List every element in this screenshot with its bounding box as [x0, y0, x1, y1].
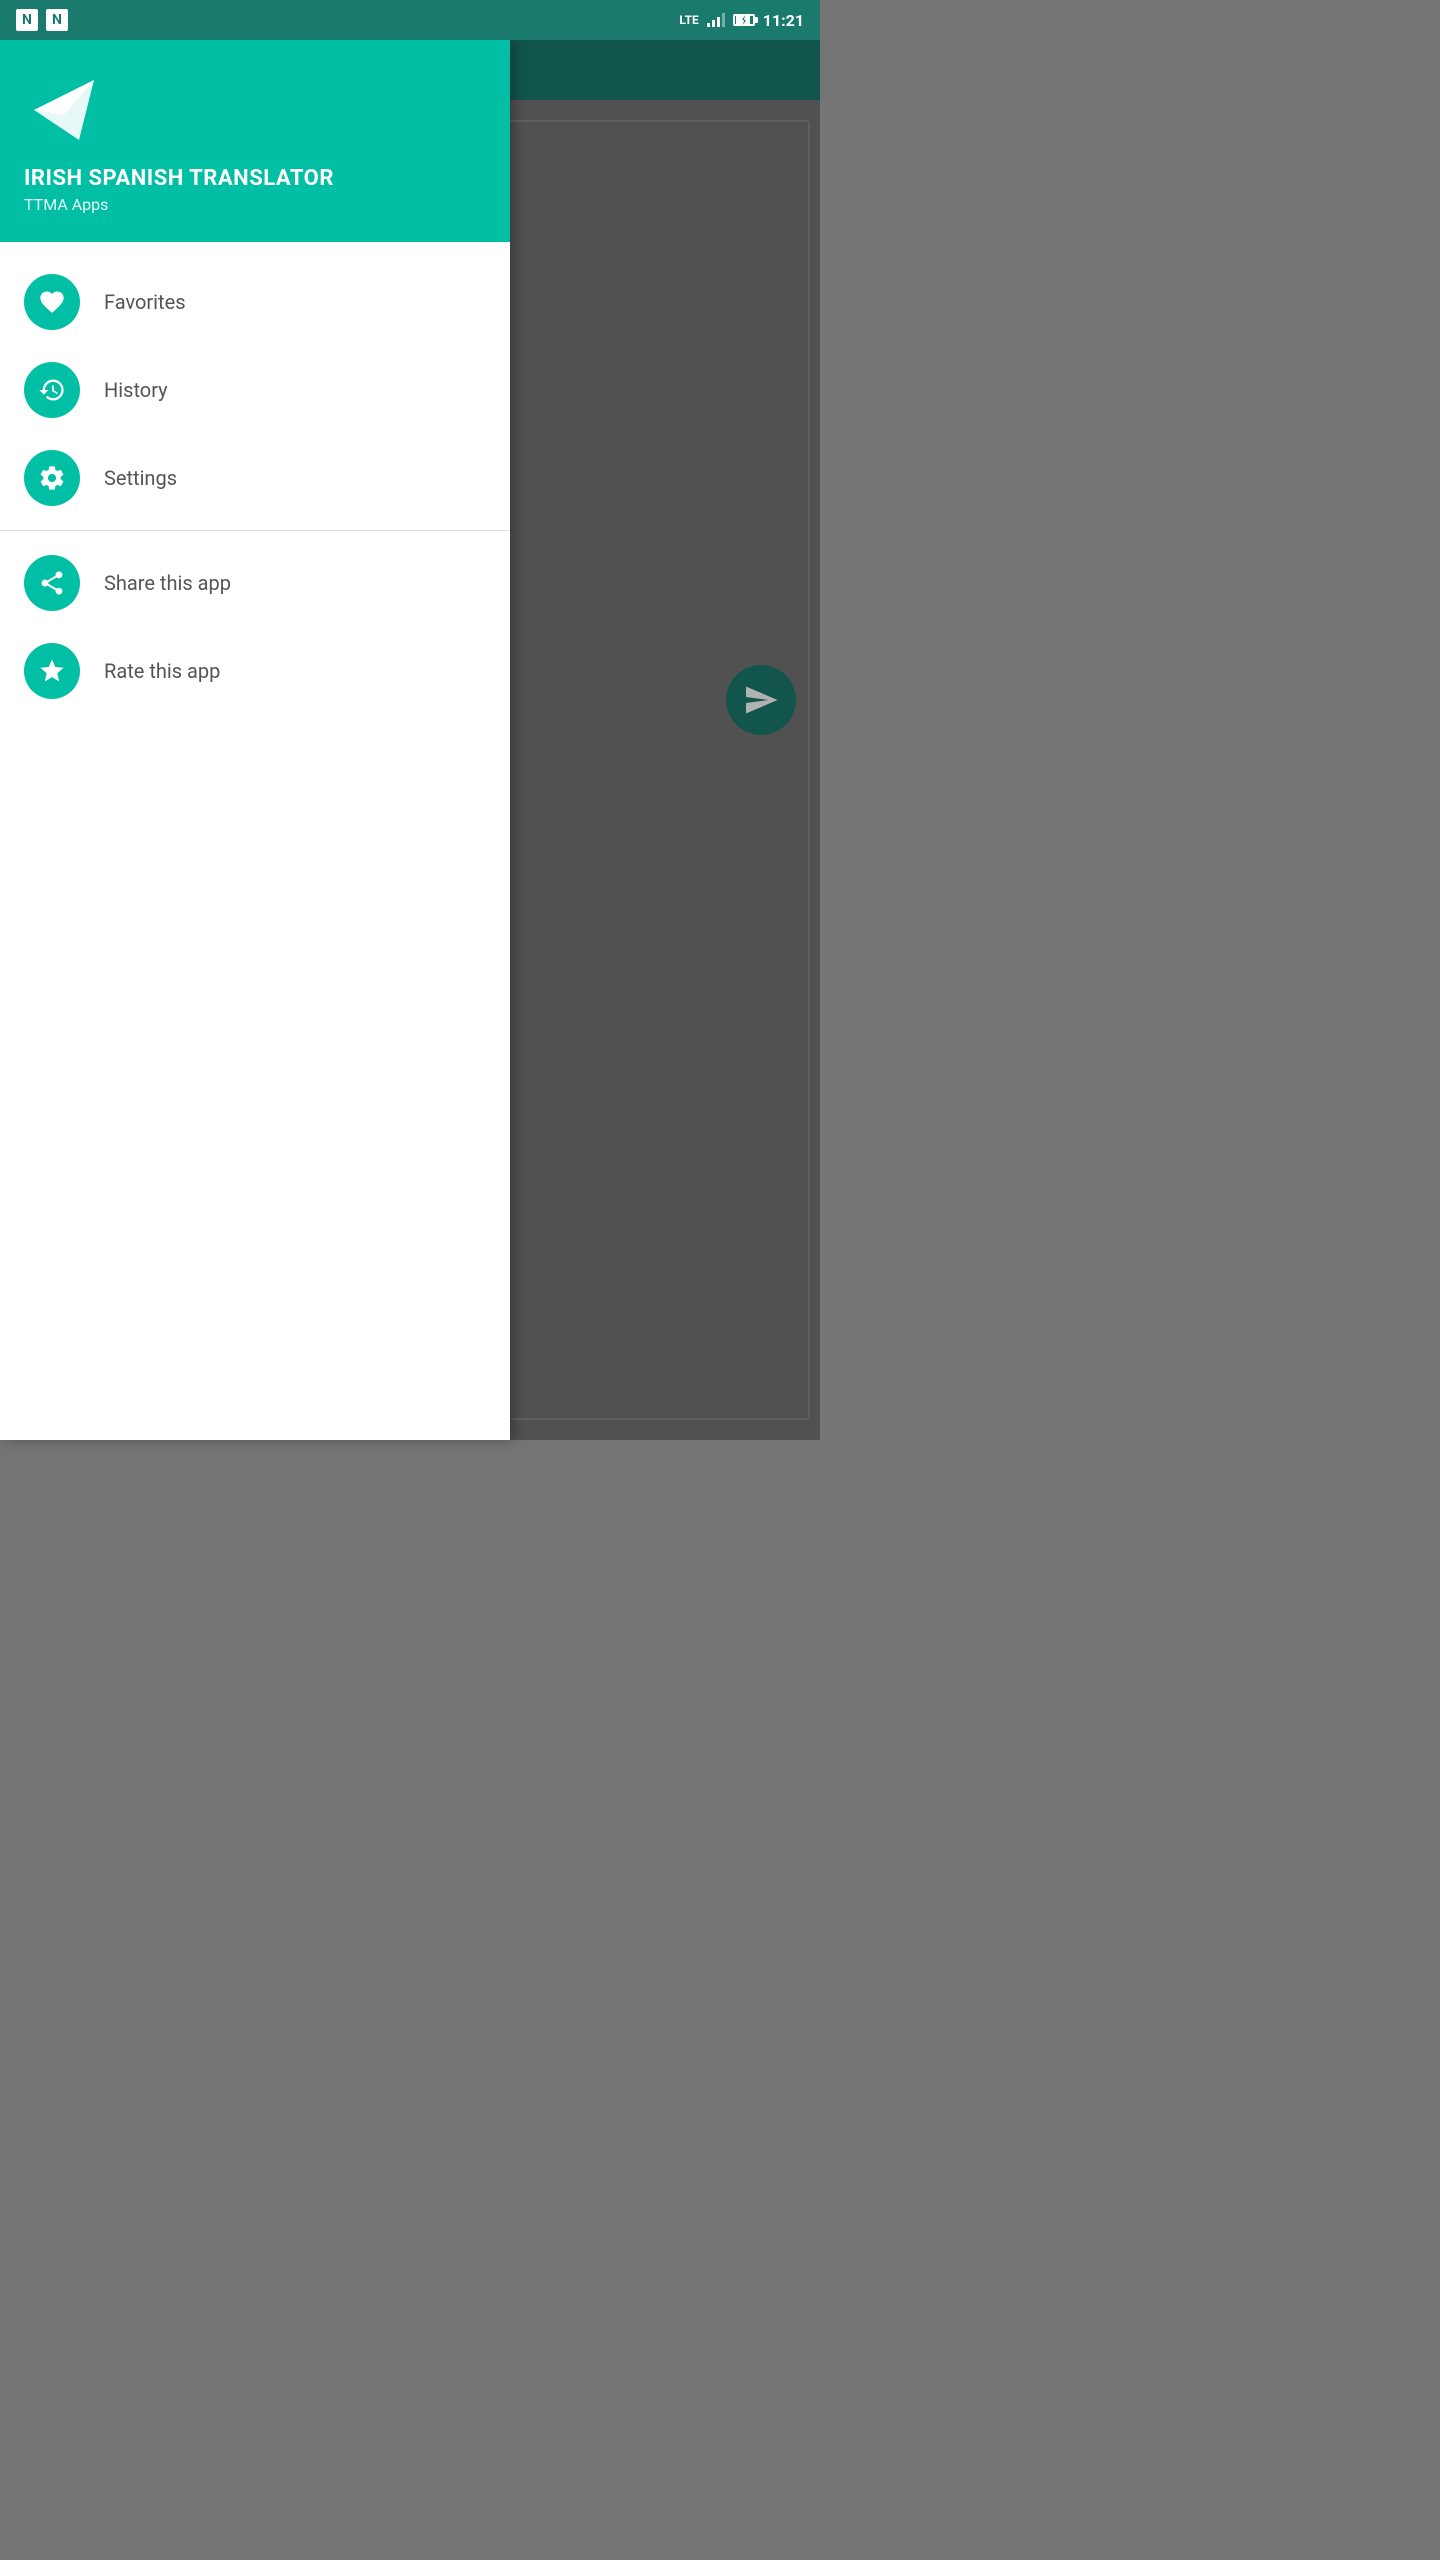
- share-icon-circle: [24, 555, 80, 611]
- menu-item-settings[interactable]: Settings: [0, 434, 510, 522]
- menu-divider: [0, 530, 510, 531]
- share-icon: [38, 569, 66, 597]
- drawer: IRISH SPANISH TRANSLATOR TTMA Apps Favor…: [0, 40, 510, 1440]
- rate-icon-circle: [24, 643, 80, 699]
- menu-item-history[interactable]: History: [0, 346, 510, 434]
- favorites-label: Favorites: [104, 290, 186, 314]
- star-icon: [38, 657, 66, 685]
- menu-item-share[interactable]: Share this app: [0, 539, 510, 627]
- app-logo-icon: [24, 70, 104, 150]
- battery-icon: [733, 14, 755, 26]
- share-label: Share this app: [104, 571, 231, 595]
- heart-icon: [38, 288, 66, 316]
- menu-item-rate[interactable]: Rate this app: [0, 627, 510, 715]
- time-display: 11:21: [763, 11, 804, 30]
- settings-icon-circle: [24, 450, 80, 506]
- notification-icon-2: N: [46, 9, 68, 31]
- status-bar-right: LTE 11:21: [679, 11, 804, 30]
- lte-indicator: LTE: [679, 13, 698, 27]
- favorites-icon-circle: [24, 274, 80, 330]
- status-bar: N N LTE 11:21: [0, 0, 820, 40]
- settings-label: Settings: [104, 466, 177, 490]
- drawer-header: IRISH SPANISH TRANSLATOR TTMA Apps: [0, 40, 510, 242]
- history-icon-circle: [24, 362, 80, 418]
- history-label: History: [104, 378, 168, 402]
- clock-icon: [38, 376, 66, 404]
- translate-button[interactable]: [726, 665, 796, 735]
- gear-icon: [38, 464, 66, 492]
- rate-label: Rate this app: [104, 659, 220, 683]
- app-subtitle: TTMA Apps: [24, 195, 486, 214]
- menu-item-favorites[interactable]: Favorites: [0, 258, 510, 346]
- send-icon: [743, 682, 779, 718]
- drawer-menu: Favorites History Settings: [0, 242, 510, 1440]
- notification-icon-1: N: [16, 9, 38, 31]
- app-title: IRISH SPANISH TRANSLATOR: [24, 166, 486, 191]
- signal-icon: [707, 13, 725, 27]
- main-container: SPANISH IRISH SPANISH TRANSLATOR TTMA Ap: [0, 40, 820, 1440]
- status-bar-left: N N: [16, 9, 68, 31]
